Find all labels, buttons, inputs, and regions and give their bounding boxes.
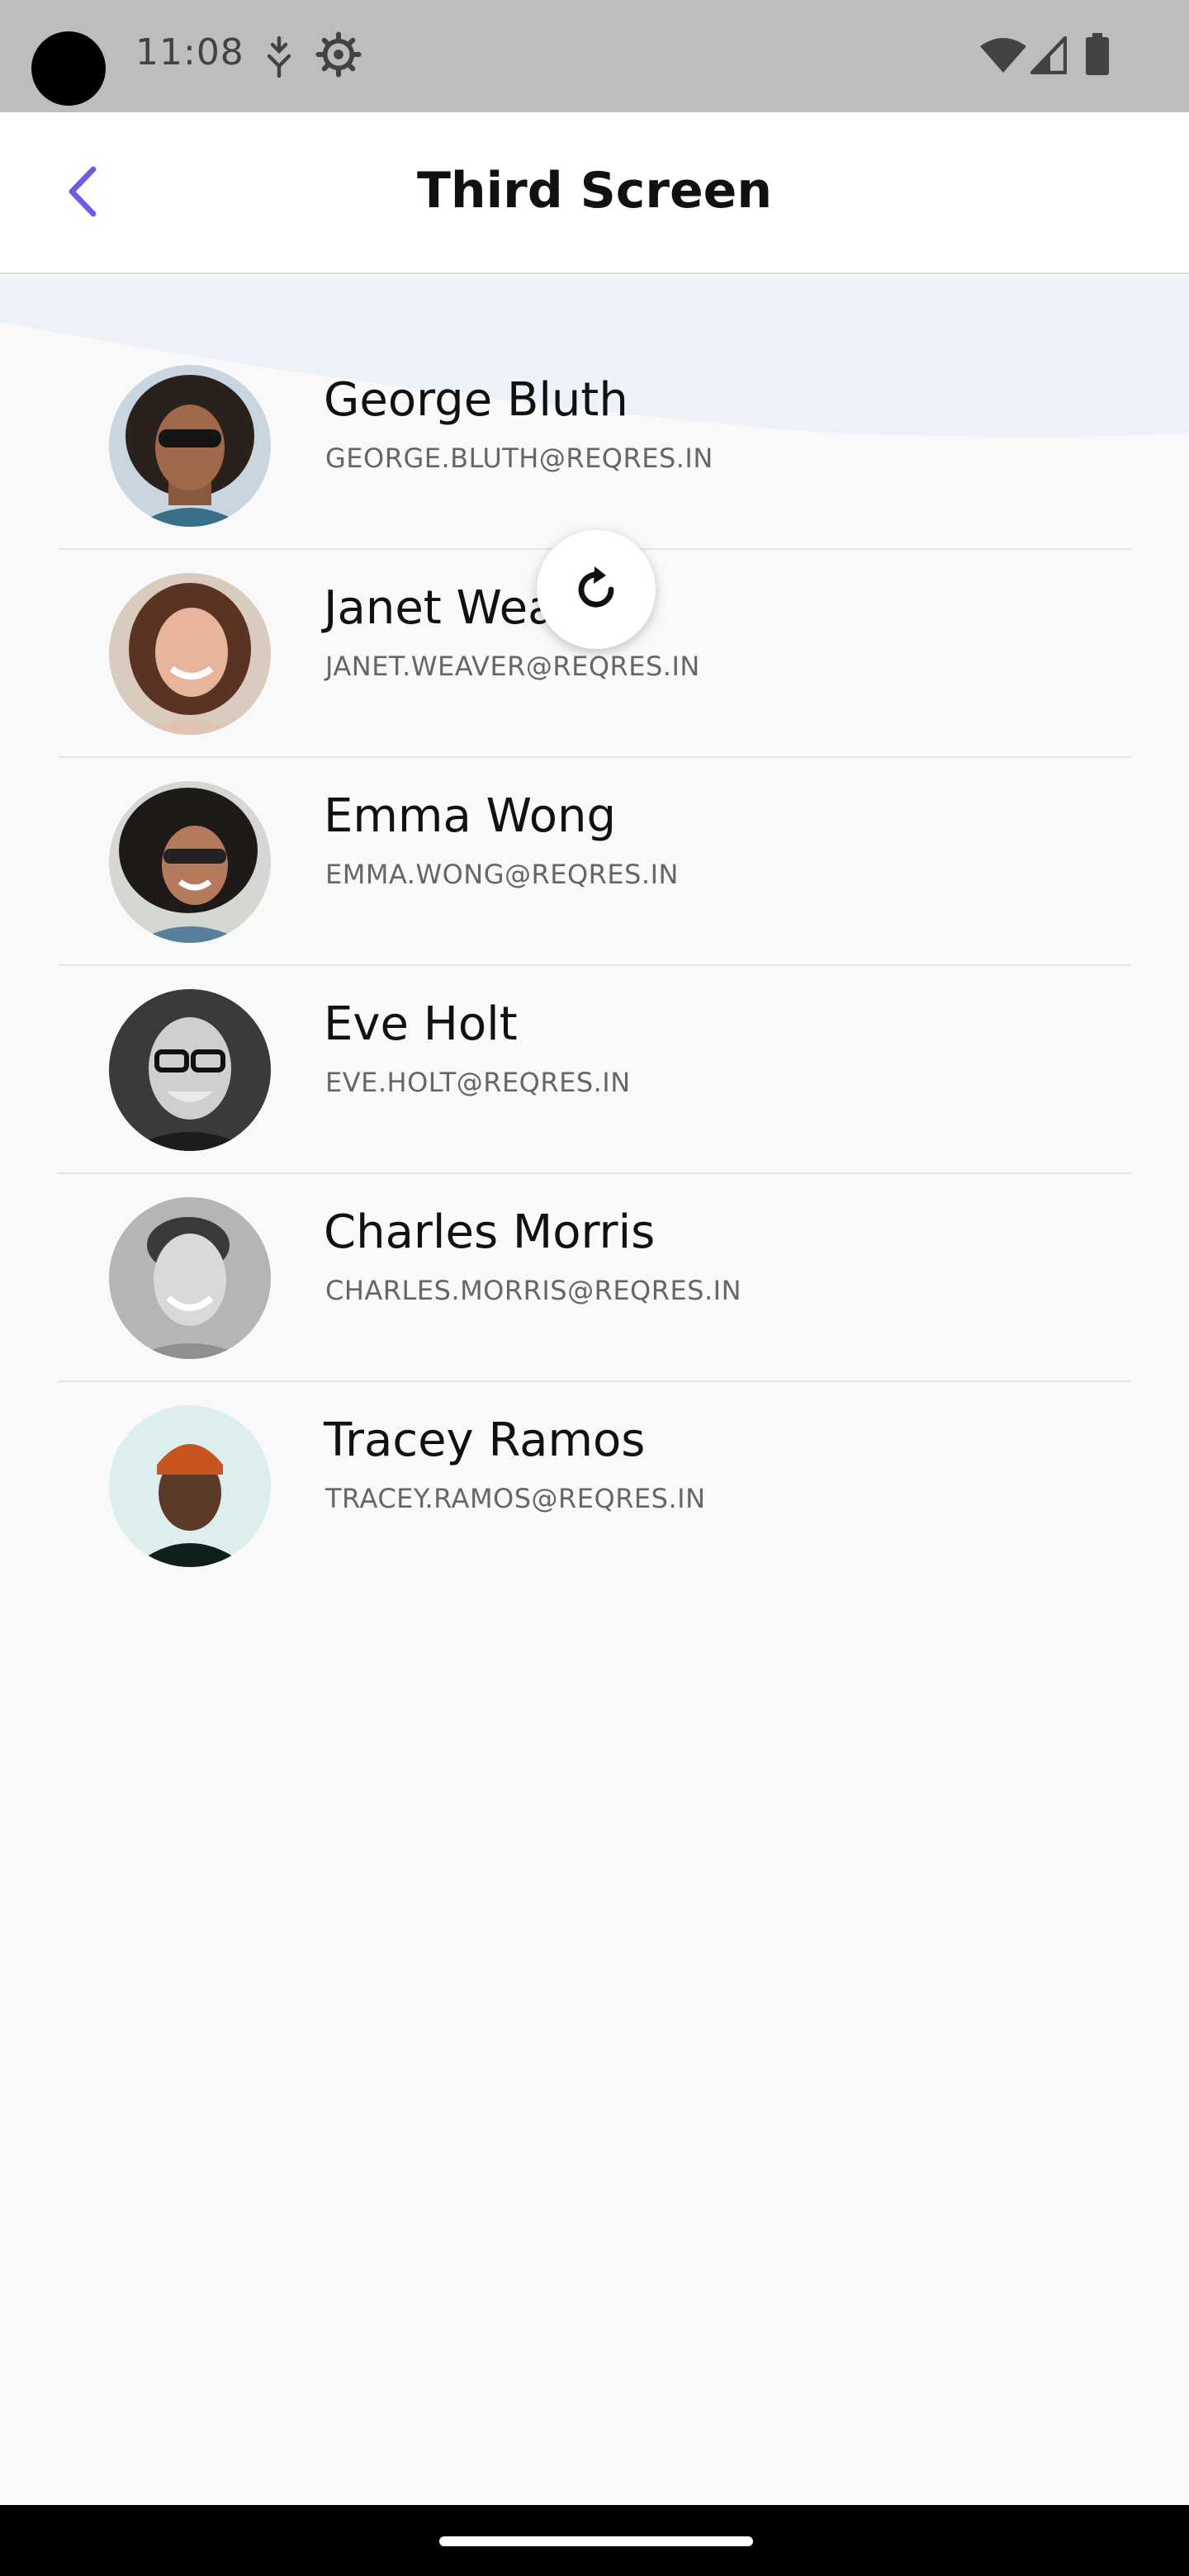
- settings-gear-icon: [315, 31, 362, 81]
- list-item[interactable]: George Bluth GEORGE.BLUTH@REQRES.IN: [58, 342, 1131, 550]
- list-item[interactable]: Emma Wong EMMA.WONG@REQRES.IN: [58, 758, 1131, 966]
- home-indicator[interactable]: [439, 2536, 753, 2546]
- user-name: George Bluth: [324, 373, 628, 427]
- refresh-icon: [578, 566, 614, 608]
- status-bar: 11:08: [0, 0, 1189, 112]
- avatar: [109, 781, 271, 943]
- navigation-bar: [0, 2505, 1189, 2576]
- user-name: Tracey Ramos: [324, 1413, 646, 1467]
- user-name: Eve Holt: [324, 997, 518, 1051]
- list-item[interactable]: Charles Morris CHARLES.MORRIS@REQRES.IN: [58, 1174, 1131, 1382]
- refresh-indicator: [537, 530, 656, 649]
- user-list[interactable]: George Bluth GEORGE.BLUTH@REQRES.IN Jane…: [58, 342, 1131, 1590]
- wifi-icon: [979, 36, 1027, 78]
- battery-icon: [1085, 33, 1110, 79]
- app-bar: Third Screen: [0, 112, 1189, 274]
- avatar: [109, 1405, 271, 1567]
- user-email: EMMA.WONG@REQRES.IN: [325, 859, 679, 890]
- avatar: [109, 1197, 271, 1359]
- avatar: [109, 573, 271, 735]
- cell-signal-icon: [1030, 36, 1068, 78]
- camera-cutout: [31, 31, 106, 106]
- user-name: Charles Morris: [324, 1205, 656, 1259]
- user-email: JANET.WEAVER@REQRES.IN: [325, 651, 700, 682]
- data-saver-icon: [263, 33, 296, 83]
- user-email: TRACEY.RAMOS@REQRES.IN: [325, 1483, 706, 1514]
- page-title: Third Screen: [416, 162, 773, 220]
- user-email: EVE.HOLT@REQRES.IN: [325, 1067, 631, 1098]
- list-item[interactable]: Eve Holt EVE.HOLT@REQRES.IN: [58, 966, 1131, 1174]
- user-email: GEORGE.BLUTH@REQRES.IN: [325, 443, 713, 474]
- avatar: [109, 365, 271, 527]
- status-time: 11:08: [135, 31, 244, 73]
- user-name: Emma Wong: [324, 789, 616, 843]
- list-item[interactable]: Tracey Ramos TRACEY.RAMOS@REQRES.IN: [58, 1382, 1131, 1590]
- avatar: [109, 989, 271, 1151]
- user-email: CHARLES.MORRIS@REQRES.IN: [325, 1275, 742, 1306]
